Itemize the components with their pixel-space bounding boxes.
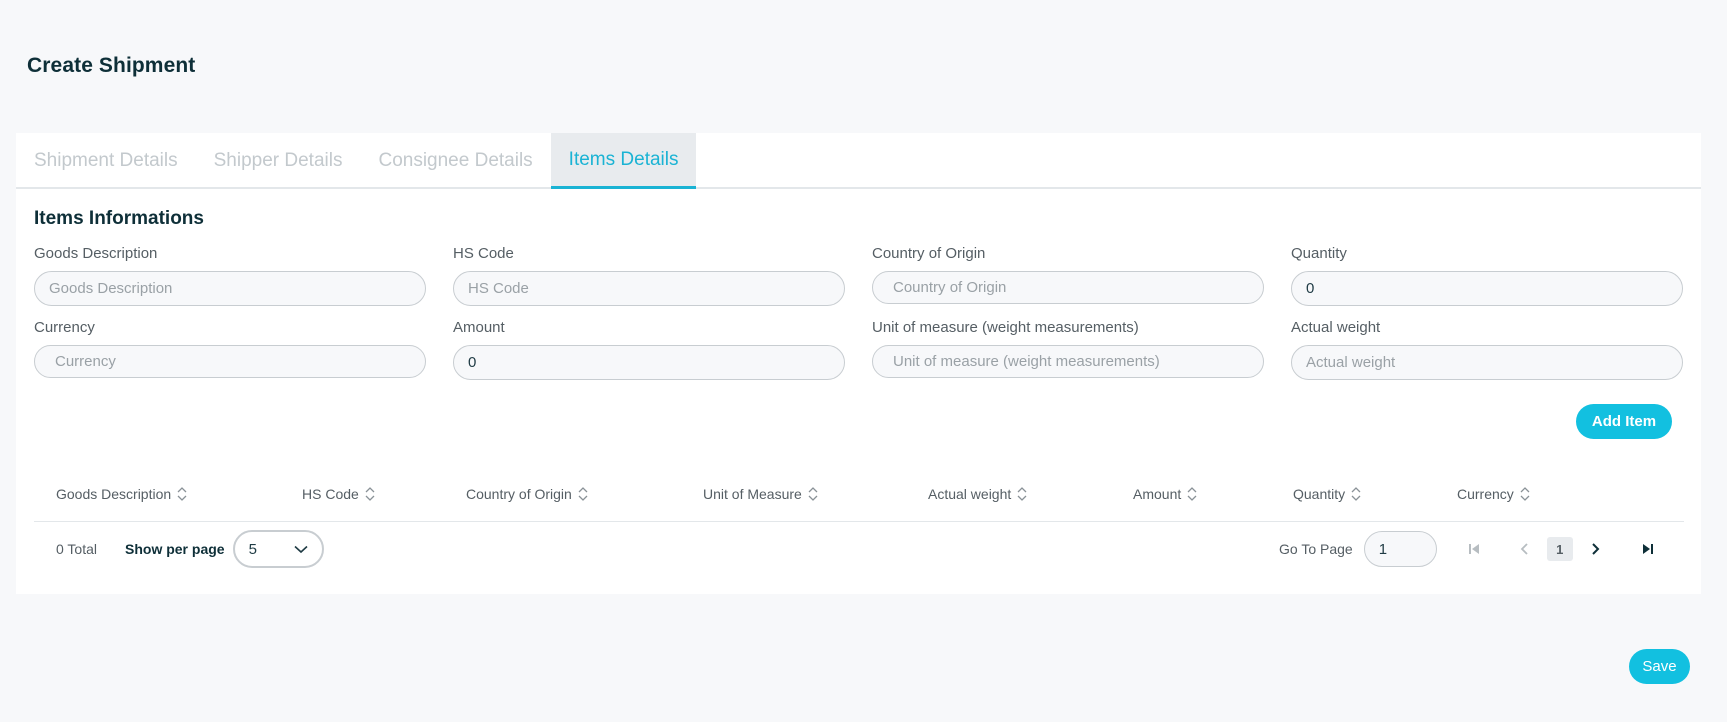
column-header-country-of-origin[interactable]: Country of Origin [466, 485, 588, 503]
go-to-page-input[interactable] [1363, 531, 1437, 567]
country-of-origin-label: Country of Origin [872, 245, 986, 262]
next-page-button[interactable] [1583, 536, 1609, 562]
actual-weight-label: Actual weight [1291, 319, 1381, 336]
sort-icon [365, 487, 375, 501]
last-page-button[interactable] [1635, 536, 1661, 562]
previous-page-button[interactable] [1511, 536, 1537, 562]
column-header-label: Country of Origin [466, 486, 572, 502]
total-count: 0 Total [56, 541, 97, 557]
chevron-right-icon [1591, 543, 1600, 555]
form-card: Shipment Details Shipper Details Consign… [16, 133, 1701, 594]
quantity-label: Quantity [1291, 245, 1347, 262]
column-header-label: HS Code [302, 486, 359, 502]
chevron-down-icon [294, 545, 308, 553]
quantity-field: Quantity [1291, 245, 1683, 306]
chevron-left-icon [1520, 543, 1528, 555]
column-header-label: Amount [1133, 486, 1182, 502]
column-header-quantity[interactable]: Quantity [1293, 485, 1361, 503]
sort-icon [1187, 487, 1197, 501]
per-page-value: 5 [248, 540, 257, 558]
currency-field: Currency [34, 319, 426, 378]
tab-items-details[interactable]: Items Details [550, 133, 697, 189]
goods-description-label: Goods Description [34, 245, 158, 262]
goods-description-field: Goods Description [34, 245, 426, 306]
hs-code-label: HS Code [453, 245, 514, 262]
items-table-header: Goods Description HS Code Country of Ori… [34, 470, 1684, 522]
country-of-origin-select[interactable] [872, 271, 1264, 304]
amount-label: Amount [453, 319, 505, 336]
sort-icon [1520, 487, 1530, 501]
save-button[interactable]: Save [1629, 649, 1690, 684]
tab-shipment-details[interactable]: Shipment Details [16, 133, 196, 189]
column-header-label: Unit of Measure [703, 486, 802, 502]
sort-icon [808, 487, 818, 501]
column-header-goods-description[interactable]: Goods Description [56, 485, 187, 503]
unit-of-measure-label: Unit of measure (weight measurements) [872, 319, 1139, 336]
sort-icon [1351, 487, 1361, 501]
add-item-button[interactable]: Add Item [1576, 404, 1672, 439]
first-page-icon [1468, 544, 1479, 554]
currency-label: Currency [34, 319, 95, 336]
tab-consignee-details[interactable]: Consignee Details [360, 133, 550, 189]
column-header-label: Currency [1457, 486, 1514, 502]
tab-shipper-details[interactable]: Shipper Details [196, 133, 361, 189]
hs-code-input[interactable] [453, 271, 845, 306]
actual-weight-input[interactable] [1291, 345, 1683, 380]
per-page-select[interactable]: 5 [232, 530, 324, 568]
column-header-actual-weight[interactable]: Actual weight [928, 485, 1027, 503]
first-page-button[interactable] [1461, 536, 1487, 562]
country-of-origin-field: Country of Origin [872, 245, 1264, 304]
column-header-label: Actual weight [928, 486, 1012, 502]
current-page-number[interactable]: 1 [1546, 537, 1573, 561]
last-page-icon [1642, 544, 1653, 554]
page-title: Create Shipment [27, 54, 196, 77]
column-header-unit-of-measure[interactable]: Unit of Measure [703, 485, 818, 503]
pagination: Go To Page 1 [1279, 530, 1661, 568]
section-title: Items Informations [34, 208, 204, 229]
sort-icon [1017, 487, 1027, 501]
table-footer-left: 0 Total Show per page 5 [56, 530, 324, 568]
column-header-label: Goods Description [56, 486, 172, 502]
unit-of-measure-select[interactable] [872, 345, 1264, 378]
amount-field: Amount [453, 319, 845, 380]
column-header-amount[interactable]: Amount [1133, 485, 1197, 503]
quantity-input[interactable] [1291, 271, 1683, 306]
column-header-hs-code[interactable]: HS Code [302, 485, 375, 503]
hs-code-field: HS Code [453, 245, 845, 306]
sort-icon [578, 487, 588, 501]
actual-weight-field: Actual weight [1291, 319, 1683, 380]
unit-of-measure-field: Unit of measure (weight measurements) [872, 319, 1264, 378]
goods-description-input[interactable] [34, 271, 426, 306]
show-per-page-label: Show per page [125, 541, 225, 557]
amount-input[interactable] [453, 345, 845, 380]
column-header-currency[interactable]: Currency [1457, 485, 1530, 503]
currency-select[interactable] [34, 345, 426, 378]
tab-bar: Shipment Details Shipper Details Consign… [16, 133, 1701, 189]
sort-icon [177, 487, 187, 501]
go-to-page-label: Go To Page [1279, 541, 1353, 557]
column-header-label: Quantity [1293, 486, 1346, 502]
